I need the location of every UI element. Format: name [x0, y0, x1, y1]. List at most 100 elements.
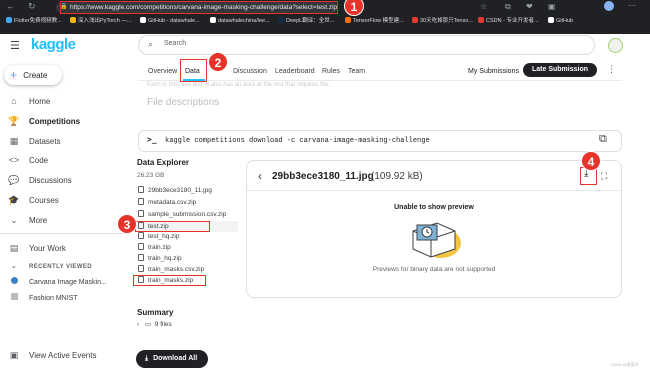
- no-preview-illustration: [412, 222, 461, 258]
- summary-title: Summary: [137, 308, 174, 317]
- dataset-thumb-icon: [11, 293, 18, 300]
- tab-overview[interactable]: Overview: [148, 66, 177, 78]
- bookmark-6[interactable]: 30天吃掉那只Tenso...: [412, 16, 473, 26]
- search-input[interactable]: Search: [164, 40, 186, 47]
- view-active-events[interactable]: ▣ View Active Events: [8, 347, 97, 363]
- download-all-button[interactable]: ⤓ Download All: [136, 350, 208, 368]
- copy-icon[interactable]: ⧉: [599, 133, 607, 146]
- notebook-icon: ▤: [9, 243, 19, 253]
- sidebar-item-datasets[interactable]: ▦ Datasets: [8, 133, 61, 149]
- tab-discussion[interactable]: Discussion: [233, 66, 267, 78]
- search-icon: ⌕: [148, 39, 154, 49]
- home-icon: ⌂: [11, 96, 17, 106]
- recent-item-carvana[interactable]: Carvana Image Maskin...: [8, 275, 107, 291]
- annotation-4: 4: [581, 151, 601, 171]
- plus-icon: +: [10, 68, 18, 82]
- back-icon[interactable]: ←: [6, 1, 15, 11]
- file-icon: [138, 243, 144, 250]
- chat-icon: 💬: [8, 175, 20, 185]
- data-tab-highlight: [180, 59, 207, 82]
- preview-unsupported-text: Previews for binary data are not support…: [372, 266, 496, 273]
- test-zip-highlight: [135, 221, 210, 232]
- sidebar-divider: [0, 233, 130, 234]
- bookmark-0[interactable]: Flutter免费视频教...: [6, 16, 62, 26]
- annotation-3: 3: [117, 214, 137, 234]
- folder-icon: ▭: [144, 321, 151, 328]
- extensions-icon[interactable]: ⧉: [505, 2, 511, 12]
- sidebar-item-home[interactable]: ⌂ Home: [8, 93, 50, 109]
- terminal-icon: >_: [147, 135, 157, 144]
- more-options-icon[interactable]: ⋮: [607, 64, 616, 75]
- file-icon: [138, 265, 144, 272]
- bookmark-5[interactable]: TensorFlow 模型建...: [345, 16, 404, 26]
- file-item-train-hq[interactable]: train_hq.zip: [138, 254, 182, 264]
- search-bar[interactable]: ⌕ Search: [138, 35, 595, 55]
- file-item-train-masks-csv[interactable]: train_masks.csv.zip: [138, 265, 204, 275]
- profile-icon[interactable]: [604, 1, 614, 11]
- preview-unable-text: Unable to show preview: [394, 204, 474, 211]
- fullscreen-icon[interactable]: ⛶: [601, 171, 607, 182]
- expand-arrow-icon: ›: [137, 322, 139, 328]
- download-all-icon: ⤓: [145, 355, 149, 362]
- chevron-down-icon: ⌄: [10, 215, 18, 225]
- file-item-sample-submission[interactable]: sample_submission.csv.zip: [138, 210, 226, 220]
- bookmark-1[interactable]: 深入浅出PyTorch —...: [70, 16, 131, 26]
- train-masks-highlight: [133, 275, 206, 286]
- competition-thumb-icon: [11, 277, 18, 284]
- bookmark-2[interactable]: GitHub - datawhale...: [140, 16, 200, 26]
- file-icon: [138, 254, 144, 261]
- favorites-icon[interactable]: ❤: [526, 2, 533, 11]
- menu-dots-icon[interactable]: ⋯: [628, 1, 636, 10]
- recently-viewed-heading: ⌄ RECENTLY VIEWED: [8, 259, 92, 275]
- annotation-2: 2: [208, 52, 228, 72]
- create-button[interactable]: + Create: [4, 65, 62, 85]
- graduation-cap-icon: 🎓: [8, 195, 20, 205]
- preview-pane: ‹ 29bb3ece3180_11.jpg (109.92 kB) ⛶ Unab…: [246, 160, 622, 298]
- sidebar-item-more[interactable]: ⌄ More: [8, 212, 47, 228]
- sidebar-item-competitions[interactable]: 🏆 Competitions: [8, 113, 80, 129]
- my-submissions-link[interactable]: My Submissions: [468, 66, 519, 78]
- sidebar-item-discussions[interactable]: 💬 Discussions: [8, 172, 71, 188]
- file-item-metadata[interactable]: metadata.csv.zip: [138, 198, 196, 208]
- data-size: 26.23 GB: [137, 172, 165, 179]
- sidebar-item-code[interactable]: <> Code: [8, 152, 48, 168]
- recent-item-fashion-mnist[interactable]: Fashion MNIST: [8, 291, 78, 307]
- tab-team[interactable]: Team: [348, 66, 365, 78]
- tab-leaderboard[interactable]: Leaderboard: [275, 66, 315, 78]
- table-icon: ▦: [9, 136, 19, 146]
- tab-rules[interactable]: Rules: [322, 66, 340, 78]
- url-highlight: [60, 1, 338, 14]
- collections-icon[interactable]: ▣: [548, 2, 556, 11]
- file-item-test-hq[interactable]: test_hq.zip: [138, 232, 179, 242]
- sidebar-item-courses[interactable]: 🎓 Courses: [8, 192, 58, 208]
- code-icon: <>: [8, 155, 20, 165]
- kaggle-logo[interactable]: kaggle: [31, 36, 76, 53]
- reload-icon[interactable]: ↻: [28, 1, 36, 12]
- create-label: Create: [23, 71, 48, 80]
- expand-icon: ⌄: [10, 263, 18, 270]
- file-item-jpg[interactable]: 29bb3ece3180_11.jpg: [138, 186, 212, 196]
- bookmark-8[interactable]: GitHub: [548, 16, 573, 26]
- star-icon[interactable]: ☆: [480, 2, 487, 11]
- data-explorer-title: Data Explorer: [137, 158, 190, 167]
- late-submission-button[interactable]: Late Submission: [523, 63, 597, 77]
- download-all-label: Download All: [153, 355, 198, 362]
- file-item-train[interactable]: train.zip: [138, 243, 171, 253]
- hamburger-icon[interactable]: ☰: [10, 39, 20, 52]
- command-box: >_ kaggle competitions download -c carva…: [138, 130, 622, 152]
- file-icon: [138, 198, 144, 205]
- user-avatar[interactable]: [608, 38, 623, 53]
- preview-divider: [247, 190, 621, 191]
- back-chevron-icon[interactable]: ‹: [258, 169, 262, 183]
- bookmark-4[interactable]: DeepL翻译：全世...: [278, 16, 334, 26]
- sidebar-item-your-work[interactable]: ▤ Your Work: [8, 240, 66, 256]
- file-icon: [138, 232, 144, 239]
- preview-filesize: (109.92 kB): [371, 171, 423, 182]
- file-descriptions-heading: File descriptions: [147, 97, 220, 108]
- trophy-icon: 🏆: [8, 116, 20, 126]
- bookmark-3[interactable]: datawhalechina/lee...: [210, 16, 270, 26]
- summary-files[interactable]: › ▭ 9 files: [137, 320, 172, 328]
- preview-filename: 29bb3ece3180_11.jpg: [272, 171, 374, 182]
- events-icon: ▣: [9, 350, 19, 360]
- bookmark-7[interactable]: CSDN - 专业开发者...: [478, 16, 539, 26]
